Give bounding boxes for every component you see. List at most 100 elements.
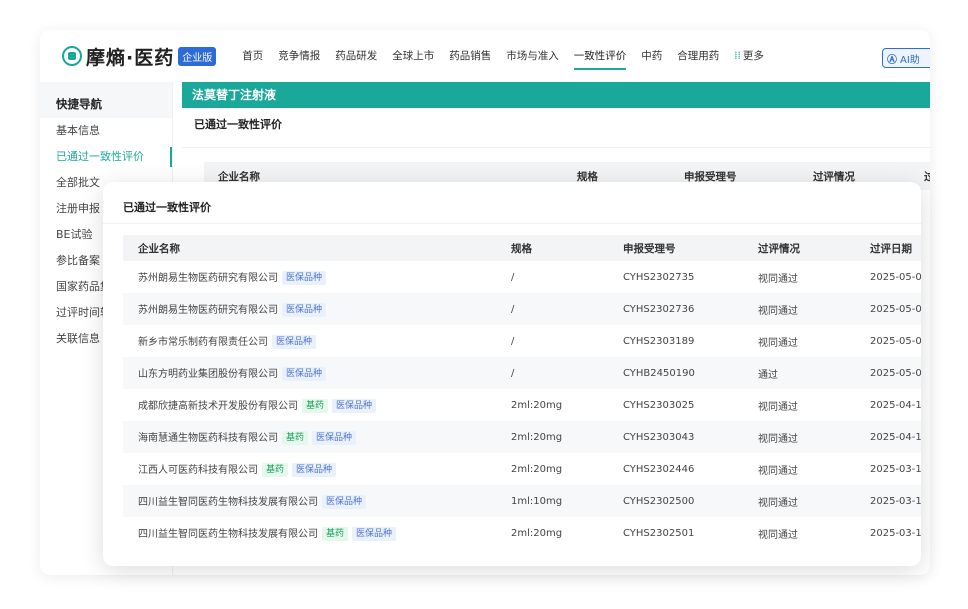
company-cell: 苏州朗易生物医药研究有限公司 医保品种 bbox=[123, 269, 497, 285]
nav-item-8[interactable]: 合理用药 bbox=[677, 30, 719, 82]
status-cell: 视同通过 bbox=[758, 433, 798, 445]
consistency-evaluation-card: 已通过一致性评价 企业名称 规格 申报受理号 过评情况 过评日期 苏州朗易生物医药研究有… bbox=[103, 182, 921, 566]
insurance-tag: 医保品种 bbox=[332, 399, 377, 413]
column-header-0[interactable]: 企业名称 bbox=[123, 241, 497, 256]
status-cell: 视同通过 bbox=[758, 465, 798, 477]
nav-item-3[interactable]: 全球上市 bbox=[392, 30, 434, 82]
sidebar-item-0[interactable]: 基本信息 bbox=[40, 118, 172, 144]
acceptance-no-cell: CYHS2302736 bbox=[623, 303, 695, 315]
insurance-tag: 医保品种 bbox=[312, 431, 357, 445]
date-cell: 2025-03-10 bbox=[870, 463, 921, 475]
company-name[interactable]: 江西人可医药科技有限公司 bbox=[138, 465, 258, 476]
evaluation-table: 企业名称 规格 申报受理号 过评情况 过评日期 苏州朗易生物医药研究有限公司 医保品种 / C… bbox=[123, 235, 921, 549]
insurance-tag: 医保品种 bbox=[352, 527, 397, 541]
spec-cell: / bbox=[511, 303, 515, 315]
ai-assistant-button[interactable]: Ⓐ AI助 bbox=[882, 48, 930, 68]
date-cell: 2025-03-10 bbox=[870, 495, 921, 507]
status-cell: 视同通过 bbox=[758, 337, 798, 349]
status-cell: 视同通过 bbox=[758, 273, 798, 285]
table-row[interactable]: 苏州朗易生物医药研究有限公司 医保品种 / CYHS2302735 视同通过 2025-0… bbox=[123, 261, 921, 293]
table-row[interactable]: 四川益生智同医药生物科技发展有限公司 基药 医保品种 2ml:20mg CYHS2302… bbox=[123, 517, 921, 549]
table-row[interactable]: 江西人可医药科技有限公司 基药 医保品种 2ml:20mg CYHS2302446 视同通… bbox=[123, 453, 921, 485]
acceptance-no-cell: CYHS2302500 bbox=[623, 495, 695, 507]
company-name[interactable]: 海南慧通生物医药科技有限公司 bbox=[138, 433, 278, 444]
nav-item-2[interactable]: 药品研发 bbox=[335, 30, 377, 82]
insurance-tag: 医保品种 bbox=[282, 367, 327, 381]
spec-cell: 1ml:10mg bbox=[511, 495, 563, 507]
date-cell: 2025-04-14 bbox=[870, 431, 921, 443]
sidebar-item-1[interactable]: 已通过一致性评价 bbox=[40, 144, 172, 170]
edition-badge: 企业版 bbox=[178, 46, 217, 66]
column-header-3[interactable]: 过评情况 bbox=[744, 241, 856, 256]
nav-item-4[interactable]: 药品销售 bbox=[449, 30, 491, 82]
company-name[interactable]: 四川益生智同医药生物科技发展有限公司 bbox=[138, 497, 318, 508]
sidebar-header: 快捷导航 bbox=[40, 82, 172, 118]
company-cell: 成都欣捷高新技术开发股份有限公司 基药 医保品种 bbox=[123, 397, 497, 413]
company-name[interactable]: 新乡市常乐制药有限责任公司 bbox=[138, 337, 268, 348]
table-row[interactable]: 成都欣捷高新技术开发股份有限公司 基药 医保品种 2ml:20mg CYHS230302… bbox=[123, 389, 921, 421]
logo-mark-icon bbox=[62, 46, 82, 66]
date-cell: 2025-05-09 bbox=[870, 303, 921, 315]
nav-item-7[interactable]: 中药 bbox=[641, 30, 662, 82]
nav-menu: 首页 竞争情报 药品研发 全球上市 药品销售 市场与准入 一致性评价 中药 合理用药 bbox=[242, 30, 734, 82]
company-name[interactable]: 成都欣捷高新技术开发股份有限公司 bbox=[138, 401, 298, 412]
nav-item-5[interactable]: 市场与准入 bbox=[506, 30, 559, 82]
acceptance-no-cell: CYHS2303189 bbox=[623, 335, 695, 347]
nav-item-0[interactable]: 首页 bbox=[242, 30, 263, 82]
spec-cell: / bbox=[511, 367, 515, 379]
grid-dots-icon: ⁞⁞ bbox=[734, 50, 741, 62]
status-cell: 视同通过 bbox=[758, 497, 798, 509]
table-row[interactable]: 海南慧通生物医药科技有限公司 基药 医保品种 2ml:20mg CYHS2303043 视… bbox=[123, 421, 921, 453]
spec-cell: 2ml:20mg bbox=[511, 463, 563, 475]
spec-cell: / bbox=[511, 335, 515, 347]
nav-more-label: 更多 bbox=[742, 50, 764, 62]
table-body: 苏州朗易生物医药研究有限公司 医保品种 / CYHS2302735 视同通过 2025-0… bbox=[123, 261, 921, 549]
company-cell: 江西人可医药科技有限公司 基药 医保品种 bbox=[123, 461, 497, 477]
essential-drug-tag: 基药 bbox=[262, 463, 289, 477]
logo-text: 摩熵·医药 bbox=[86, 46, 175, 69]
company-name[interactable]: 四川益生智同医药生物科技发展有限公司 bbox=[138, 529, 318, 540]
date-cell: 2025-03-10 bbox=[870, 527, 921, 539]
insurance-tag: 医保品种 bbox=[282, 303, 327, 317]
table-row[interactable]: 新乡市常乐制药有限责任公司 医保品种 / CYHS2303189 视同通过 2025-05… bbox=[123, 325, 921, 357]
insurance-tag: 医保品种 bbox=[272, 335, 317, 349]
company-cell: 海南慧通生物医药科技有限公司 基药 医保品种 bbox=[123, 429, 497, 445]
screenshot-stage: 摩熵·医药 企业版 首页 竞争情报 药品研发 全球上市 药品销售 市场与准入 一致性评价 中药… bbox=[0, 0, 968, 609]
date-cell: 2025-05-09 bbox=[870, 335, 921, 347]
insurance-tag: 医保品种 bbox=[292, 463, 337, 477]
column-header-4[interactable]: 过评日期 bbox=[856, 241, 921, 256]
logo[interactable]: 摩熵·医药 企业版 bbox=[62, 43, 217, 70]
company-cell: 苏州朗易生物医药研究有限公司 医保品种 bbox=[123, 301, 497, 317]
table-row[interactable]: 山东方明药业集团股份有限公司 医保品种 / CYHB2450190 通过 2025-05-… bbox=[123, 357, 921, 389]
company-cell: 四川益生智同医药生物科技发展有限公司 基药 医保品种 bbox=[123, 525, 497, 541]
column-header-1[interactable]: 规格 bbox=[497, 241, 609, 256]
spec-cell: 2ml:20mg bbox=[511, 431, 563, 443]
acceptance-no-cell: CYHS2302446 bbox=[623, 463, 695, 475]
nav-item-6[interactable]: 一致性评价 bbox=[573, 30, 626, 82]
company-name[interactable]: 山东方明药业集团股份有限公司 bbox=[138, 369, 278, 380]
acceptance-no-cell: CYHS2302735 bbox=[623, 271, 695, 283]
ai-assistant-label: AI助 bbox=[900, 54, 920, 66]
card-title: 已通过一致性评价 bbox=[103, 182, 921, 224]
status-cell: 视同通过 bbox=[758, 305, 798, 317]
table-row[interactable]: 四川益生智同医药生物科技发展有限公司 医保品种 1ml:10mg CYHS230250… bbox=[123, 485, 921, 517]
spec-cell: / bbox=[511, 271, 515, 283]
nav-item-1[interactable]: 竞争情报 bbox=[278, 30, 320, 82]
essential-drug-tag: 基药 bbox=[282, 431, 309, 445]
insurance-tag: 医保品种 bbox=[282, 271, 327, 285]
table-header: 企业名称 规格 申报受理号 过评情况 过评日期 bbox=[123, 235, 921, 261]
acceptance-no-cell: CYHB2450190 bbox=[623, 367, 695, 379]
ai-assistant-icon: Ⓐ bbox=[887, 54, 897, 66]
insurance-tag: 医保品种 bbox=[322, 495, 367, 509]
status-cell: 视同通过 bbox=[758, 401, 798, 413]
acceptance-no-cell: CYHS2303043 bbox=[623, 431, 695, 443]
essential-drug-tag: 基药 bbox=[302, 399, 329, 413]
table-row[interactable]: 苏州朗易生物医药研究有限公司 医保品种 / CYHS2302736 视同通过 2025-0… bbox=[123, 293, 921, 325]
spec-cell: 2ml:20mg bbox=[511, 399, 563, 411]
spec-cell: 2ml:20mg bbox=[511, 527, 563, 539]
column-header-2[interactable]: 申报受理号 bbox=[609, 241, 744, 256]
company-name[interactable]: 苏州朗易生物医药研究有限公司 bbox=[138, 273, 278, 284]
company-name[interactable]: 苏州朗易生物医药研究有限公司 bbox=[138, 305, 278, 316]
essential-drug-tag: 基药 bbox=[322, 527, 349, 541]
nav-more-button[interactable]: ⁞⁞ 更多 bbox=[734, 30, 764, 82]
